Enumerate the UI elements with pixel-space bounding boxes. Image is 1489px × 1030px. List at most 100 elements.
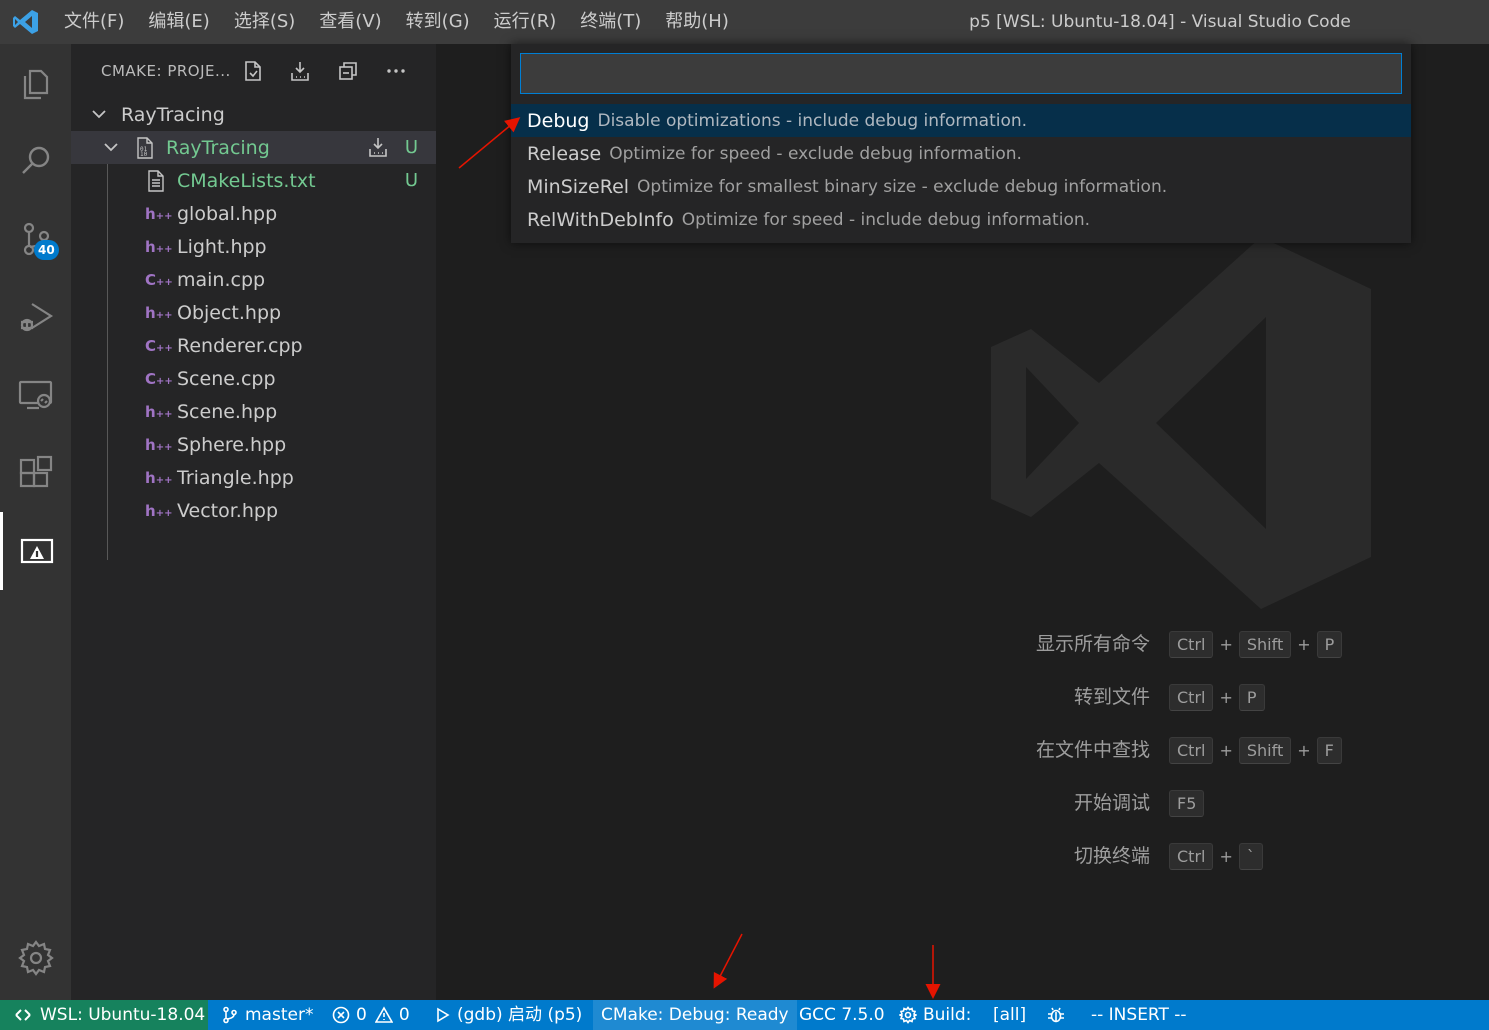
tree-root-row[interactable]: RayTracing — [71, 98, 436, 131]
hpp-file-icon: h++ — [145, 237, 173, 256]
branch-label: master* — [245, 1005, 314, 1025]
build-target-label: [all] — [993, 1005, 1027, 1025]
menu-bar: 文件(F) 编辑(E) 选择(S) 查看(V) 转到(G) 运行(R) 终端(T) 帮助(H) — [52, 0, 741, 44]
quick-pick-item[interactable]: Release Optimize for speed - exclude debu… — [511, 137, 1411, 170]
tree-file-row[interactable]: h++ Object.hpp — [71, 296, 436, 329]
tree-file-row[interactable]: h++ Light.hpp — [71, 230, 436, 263]
debug-button[interactable] — [1046, 1000, 1066, 1030]
keybinding-key: Ctrl — [1169, 842, 1214, 870]
keybinding-key: Ctrl — [1169, 630, 1214, 658]
run-debug-icon[interactable] — [0, 278, 71, 356]
quick-pick-item-description: Optimize for speed - exclude debug infor… — [609, 143, 1022, 164]
window-title: p5 [WSL: Ubuntu-18.04] - Visual Studio C… — [969, 12, 1351, 32]
remote-label: WSL: Ubuntu-18.04 — [40, 1005, 206, 1025]
sidebar-header: CMAKE: PROJE... — [71, 44, 436, 98]
extensions-icon[interactable] — [0, 434, 71, 512]
tree-file-row[interactable]: C++ main.cpp — [71, 263, 436, 296]
gear-icon[interactable] — [0, 919, 71, 997]
collapse-all-icon[interactable] — [334, 57, 362, 85]
configure-icon[interactable] — [239, 57, 267, 85]
warning-count: 0 — [398, 1005, 410, 1025]
error-count: 0 — [356, 1005, 367, 1025]
quick-pick-item[interactable]: MinSizeRel Optimize for smallest binary s… — [511, 170, 1411, 203]
tree-target-row[interactable]: 01 10 RayTracing U — [71, 131, 436, 164]
menu-item[interactable]: 查看(V) — [307, 0, 393, 44]
key-separator: + — [1219, 634, 1233, 654]
vim-mode: -- INSERT -- — [1091, 1000, 1187, 1030]
remote-explorer-icon[interactable] — [0, 356, 71, 434]
cmake-status-label: CMake: Debug: Ready — [601, 1005, 789, 1025]
menu-item[interactable]: 选择(S) — [222, 0, 307, 44]
keybinding-key: Shift — [1238, 736, 1292, 764]
shortcut-label: 转到文件 — [1073, 686, 1150, 708]
launch-label: (gdb) 启动 (p5) — [457, 1005, 583, 1025]
keybinding-key: P — [1316, 630, 1343, 658]
tree-file-label: CMakeLists.txt — [177, 169, 316, 192]
cpp-file-icon: C++ — [145, 369, 173, 388]
shortcut-label: 在文件中查找 — [1035, 739, 1150, 761]
shortcut-label: 切换终端 — [1073, 845, 1150, 867]
activity-bar: 40 — [0, 44, 71, 1000]
explorer-icon[interactable] — [0, 44, 71, 122]
hpp-file-icon: h++ — [145, 303, 173, 322]
build-label: Build: — [923, 1005, 972, 1025]
source-control-icon[interactable] — [0, 200, 71, 278]
tree-file-row[interactable]: C++ Renderer.cpp — [71, 329, 436, 362]
menu-item[interactable]: 文件(F) — [52, 0, 136, 44]
menu-item[interactable]: 转到(G) — [394, 0, 482, 44]
cmake-icon[interactable] — [0, 512, 71, 590]
menu-item[interactable]: 运行(R) — [482, 0, 569, 44]
tree-file-label: Vector.hpp — [177, 499, 279, 522]
tree-file-row[interactable]: h++ Vector.hpp — [71, 494, 436, 527]
quick-pick-item[interactable]: RelWithDebInfo Optimize for speed - inclu… — [511, 203, 1411, 236]
menu-item[interactable]: 编辑(E) — [136, 0, 221, 44]
tree-file-row[interactable]: h++ Sphere.hpp — [71, 428, 436, 461]
tree-file-row[interactable]: CMakeLists.txt U — [71, 164, 436, 197]
warning-icon — [374, 1006, 393, 1023]
binary-file-icon: 0110 — [137, 137, 153, 159]
more-actions-icon[interactable] — [382, 57, 410, 85]
build-button[interactable]: Build: — [899, 1000, 971, 1030]
vscode-watermark-icon — [991, 237, 1371, 609]
problems-indicator[interactable]: 0 0 — [332, 1000, 410, 1030]
menu-item[interactable]: 帮助(H) — [653, 0, 741, 44]
title-bar: 文件(F) 编辑(E) 选择(S) 查看(V) 转到(G) 运行(R) 终端(T) 帮助(H)… — [0, 0, 1489, 44]
search-icon[interactable] — [0, 122, 71, 200]
tree-file-row[interactable]: C++ Scene.cpp — [71, 362, 436, 395]
remote-indicator[interactable]: WSL: Ubuntu-18.04 — [0, 1000, 208, 1030]
tree-file-row[interactable]: h++ Scene.hpp — [71, 395, 436, 428]
sidebar: CMAKE: PROJE... RayTracing 01 10 RayTraci… — [71, 44, 436, 1000]
hpp-file-icon: h++ — [145, 468, 173, 487]
shortcut-row: 转到文件 Ctrl + P — [436, 682, 1489, 712]
key-separator: + — [1297, 740, 1311, 760]
shortcut-row: 开始调试 F5 — [436, 788, 1489, 818]
keybinding-key: Ctrl — [1169, 683, 1214, 711]
cmake-build-type[interactable]: CMake: Debug: Ready — [593, 1000, 797, 1030]
cpp-file-icon: C++ — [145, 270, 173, 289]
tree-target-label: RayTracing — [166, 136, 270, 159]
git-branch-icon — [223, 1006, 237, 1024]
keybinding-key: Ctrl — [1169, 736, 1214, 764]
tree-file-row[interactable]: h++ Triangle.hpp — [71, 461, 436, 494]
build-target-icon[interactable] — [367, 136, 389, 158]
tree-file-row[interactable]: h++ global.hpp — [71, 197, 436, 230]
quick-pick-item-label: MinSizeRel — [527, 175, 630, 198]
shortcut-row: 在文件中查找 Ctrl + Shift + F — [436, 735, 1489, 765]
key-separator: + — [1219, 687, 1233, 707]
git-status-badge: U — [404, 170, 418, 191]
chevron-down-icon — [104, 143, 118, 152]
tree-file-label: Triangle.hpp — [177, 466, 294, 489]
menu-item[interactable]: 终端(T) — [568, 0, 653, 44]
branch-indicator[interactable]: master* — [221, 1000, 313, 1030]
tree-file-label: Object.hpp — [177, 301, 282, 324]
error-icon — [332, 1006, 350, 1024]
build-icon[interactable] — [286, 57, 314, 85]
hpp-file-icon: h++ — [145, 402, 173, 421]
quick-pick-item[interactable]: Debug Disable optimizations - include deb… — [511, 104, 1411, 137]
shortcut-label: 显示所有命令 — [1035, 633, 1150, 655]
build-target[interactable]: [all] — [993, 1000, 1026, 1030]
cmake-kit[interactable]: GCC 7.5.0 — [799, 1000, 885, 1030]
launch-config[interactable]: (gdb) 启动 (p5) — [435, 1000, 582, 1030]
keybinding-key: P — [1238, 683, 1265, 711]
quick-pick-input[interactable] — [520, 53, 1402, 94]
